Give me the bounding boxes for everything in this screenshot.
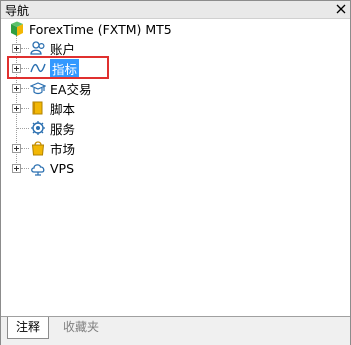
tree-item-market[interactable]: 市场 [30,139,75,157]
accounts-icon [30,41,45,55]
expand-scripts-button[interactable] [12,104,21,113]
mt5-logo-icon [11,21,23,36]
expand-experts-button[interactable] [12,84,21,93]
script-icon [32,101,43,115]
tree-item-accounts[interactable]: 账户 [30,39,75,57]
tree-item-scripts[interactable]: 脚本 [30,99,75,117]
navigator-title: 导航 [5,4,30,18]
tree-item-label: 脚本 [50,101,76,117]
tree-item-label: 账户 [50,41,76,57]
tree-item-services[interactable]: 服务 [30,119,75,137]
market-icon [31,141,45,156]
tree-branch [21,88,29,89]
tree-item-label: VPS [50,160,75,176]
tree-branch [21,48,29,49]
tree-item-experts[interactable]: EA交易 [30,79,91,97]
tree-item-label: 服务 [50,121,76,137]
annotation-highlight-box [7,56,109,79]
expand-market-button[interactable] [12,144,21,153]
expert-advisor-icon [30,82,46,95]
tab-comments[interactable]: 注释 [7,317,49,339]
navigator-titlebar: 导航 [1,1,350,19]
tree-item-label: 市场 [50,141,76,157]
tab-favorites[interactable]: 收藏夹 [58,317,104,339]
tree-branch [21,148,29,149]
vps-cloud-icon [31,164,45,176]
tree-root-label: ForexTime (FXTM) MT5 [29,21,172,37]
tree-root[interactable]: ForexTime (FXTM) MT5 [9,20,172,38]
navigator-panel: 导航 ForexTime (FXTM) MT5 账户 指标 EA交易 脚本 服务… [0,0,351,345]
tree-item-vps[interactable]: VPS [30,159,74,177]
close-icon[interactable] [336,4,346,14]
expand-vps-button[interactable] [12,164,21,173]
expand-accounts-button[interactable] [12,44,21,53]
tree-branch [21,168,29,169]
tree-branch [17,128,29,129]
tree-branch [21,108,29,109]
services-icon [31,121,45,135]
bottom-tab-bar: 注释 收藏夹 [1,316,350,345]
tree-item-label: EA交易 [50,81,92,97]
